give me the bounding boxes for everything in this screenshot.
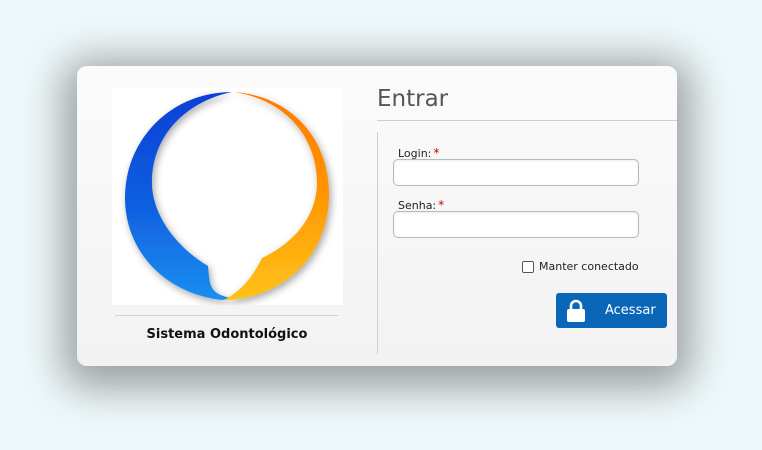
- login-button[interactable]: Acessar: [556, 293, 667, 328]
- password-label: Senha: *: [398, 198, 444, 212]
- app-name: Sistema Odontológico: [146, 327, 308, 342]
- speech-bubble-logo-icon: [124, 92, 330, 300]
- remember-checkbox[interactable]: [522, 260, 534, 273]
- remember-me[interactable]: Manter conectado: [522, 260, 639, 273]
- required-marker: *: [438, 198, 445, 212]
- required-marker: *: [433, 146, 440, 160]
- lock-icon: [567, 299, 585, 322]
- form-title: Entrar: [377, 86, 449, 112]
- password-input[interactable]: [393, 211, 639, 238]
- title-divider: [377, 120, 677, 121]
- vertical-divider: [377, 132, 378, 354]
- logo-panel: [112, 88, 343, 305]
- login-card: Sistema Odontológico Entrar Login: * Senh…: [77, 66, 677, 366]
- login-button-label: Acessar: [605, 303, 656, 318]
- remember-label: Manter conectado: [539, 260, 639, 273]
- login-input[interactable]: [393, 159, 639, 186]
- login-label: Login: *: [398, 146, 439, 160]
- logo-divider: [115, 315, 338, 316]
